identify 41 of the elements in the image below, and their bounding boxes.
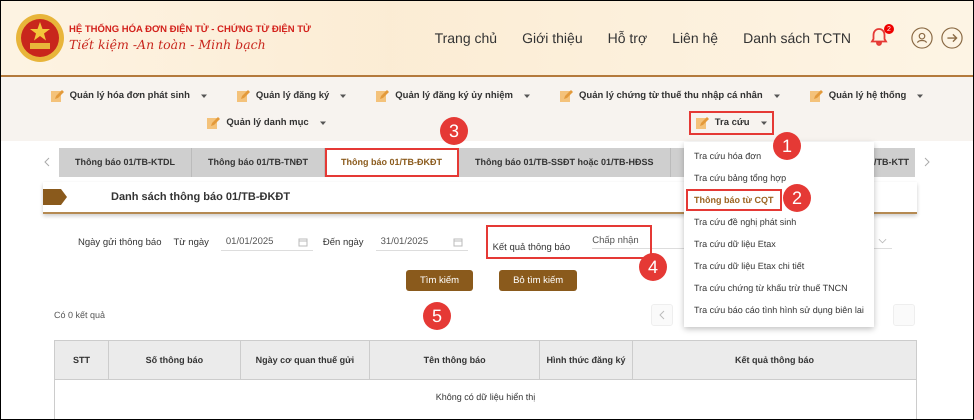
nav-link[interactable]: Hỗ trợ	[608, 30, 648, 46]
nav-link[interactable]: Trang chủ	[434, 30, 498, 46]
field-label: Ngày gửi thông báo	[78, 236, 162, 248]
column-header: Kết quả thông báo	[632, 340, 916, 380]
action-button[interactable]: Bỏ tìm kiếm	[499, 270, 578, 291]
menu-item[interactable]: Quản lý đăng ký	[230, 84, 354, 108]
dropdown-item[interactable]: Tra cứu hóa đơn	[686, 145, 770, 167]
date-field[interactable]: 31/01/2025	[376, 233, 468, 251]
field-label: Từ ngày	[173, 236, 209, 248]
menu-item[interactable]: Quản lý đăng ký ủy nhiệm	[369, 84, 538, 108]
dropdown-item[interactable]: Thông báo từ CQT	[686, 189, 782, 211]
section-title: Danh sách thông báo 01/TB-ĐKĐT	[111, 191, 290, 203]
column-header: Tên thông báo	[370, 340, 540, 380]
site-title: HỆ THỐNG HÓA ĐƠN ĐIỆN TỬ - CHỨNG TỪ ĐIỆN TỬ	[69, 24, 311, 35]
dropdown-item[interactable]: Tra cứu báo cáo tình hình sử dụng biên lai	[686, 299, 872, 321]
step-marker: 5	[423, 302, 451, 330]
column-header: Hình thức đăng ký	[540, 340, 632, 380]
date-field[interactable]: 01/01/2025	[220, 233, 313, 251]
empty-message: Không có dữ liệu hiển thị	[54, 380, 916, 419]
nav-link[interactable]: Liên hệ	[672, 30, 718, 46]
action-button[interactable]: Tìm kiếm	[406, 270, 474, 291]
menu-item[interactable]: Quản lý danh mục	[200, 110, 333, 134]
dropdown-item[interactable]: Tra cứu đề nghị phát sinh	[686, 211, 804, 233]
menu-item[interactable]: Quản lý hóa đơn phát sinh	[44, 84, 214, 108]
nav-link[interactable]: Giới thiệu	[522, 30, 583, 46]
column-header: Ngày cơ quan thuế gửi	[240, 340, 370, 380]
dropdown-item[interactable]: Tra cứu dữ liệu Etax	[686, 233, 784, 255]
step-marker: 4	[639, 253, 667, 281]
tab[interactable]: Thông báo 01/TB-ĐKĐT	[325, 148, 459, 176]
site-slogan: Tiết kiệm -An toàn - Minh bạch	[69, 37, 267, 52]
dropdown-item[interactable]: Tra cứu chứng từ khấu trừ thuế TNCN	[686, 277, 856, 299]
menu-item[interactable]: Quản lý hệ thống	[802, 84, 930, 108]
menu-item[interactable]: Quản lý chứng từ thuế thu nhập cá nhân	[553, 84, 787, 108]
result-count: Có 0 kết quả	[54, 310, 106, 320]
column-header: STT	[54, 340, 109, 380]
menu-item[interactable]: Tra cứu	[688, 110, 774, 134]
dropdown-item[interactable]: Tra cứu dữ liệu Etax chi tiết	[686, 255, 812, 277]
field-label: Kết quả thông báo	[492, 242, 570, 253]
field-label: Đến ngày	[322, 236, 364, 248]
nav-link[interactable]: Danh sách TCTN	[743, 30, 851, 46]
column-header: Số thông báo	[108, 340, 240, 380]
